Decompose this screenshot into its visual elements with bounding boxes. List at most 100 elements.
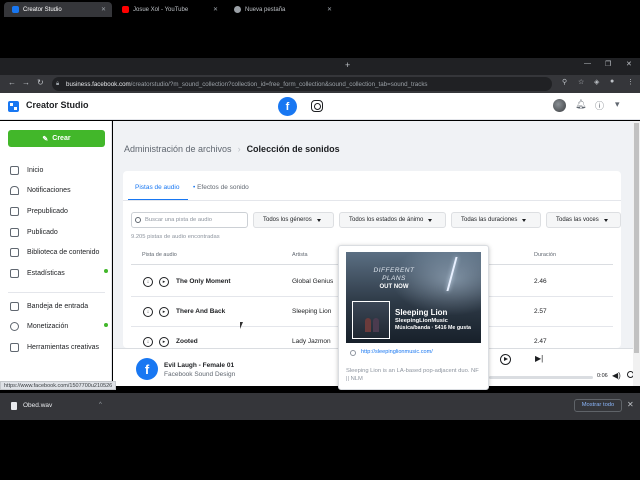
artist-description: Sleeping Lion is an LA-based pop-adjacen… — [346, 368, 479, 382]
breadcrumb-current: Colección de sonidos — [246, 144, 340, 154]
download-icon[interactable]: ↓ — [143, 277, 153, 287]
album-title: DIFFERENT PLANS — [346, 267, 442, 283]
bell-icon — [10, 186, 19, 195]
chevron-up-icon[interactable]: ^ — [99, 402, 102, 408]
menu-icon[interactable]: ⋮ — [627, 78, 634, 86]
maximize-icon[interactable]: ❐ — [605, 60, 611, 68]
sidebar-item-bandeja[interactable]: Bandeja de entrada — [10, 302, 88, 311]
published-icon — [10, 228, 19, 237]
sidebar-item-prepublicado[interactable]: Prepublicado — [10, 207, 68, 216]
filter-label: Todas las voces — [556, 217, 599, 223]
help-icon[interactable]: ⓘ — [595, 99, 604, 112]
new-tab-button[interactable]: + — [345, 60, 350, 70]
sidebar-item-notificaciones[interactable]: Notificaciones — [10, 186, 71, 195]
back-icon[interactable]: ← — [8, 78, 16, 87]
track-title: There And Back — [176, 308, 226, 315]
edit-icon: ✎ — [42, 135, 49, 143]
voice-filter[interactable]: Todas las voces — [546, 212, 621, 228]
now-playing-title: Evil Laugh - Female 01 — [164, 362, 235, 369]
search-input[interactable]: Buscar una pista de audio — [131, 212, 248, 228]
chevron-down-icon — [522, 218, 527, 222]
tab-new[interactable]: Nueva pestaña ✕ — [226, 2, 338, 17]
url-input[interactable]: 🔒︎ business.facebook.com/creatorstudio/?… — [52, 77, 552, 91]
search-placeholder: Buscar una pista de audio — [145, 217, 213, 223]
track-artist[interactable]: Sleeping Lion — [292, 308, 331, 315]
volume-icon[interactable]: ◀) — [612, 371, 621, 380]
genre-filter[interactable]: Todos los géneros — [253, 212, 334, 228]
avatar[interactable] — [553, 99, 566, 112]
minimize-icon[interactable]: — — [584, 60, 591, 67]
show-all-button[interactable]: Mostrar todo — [574, 399, 622, 412]
track-duration: 2.46 — [534, 278, 547, 285]
play-icon[interactable]: ▸ — [159, 307, 169, 317]
tab-creator-studio[interactable]: Creator Studio ✕ — [4, 2, 112, 17]
library-icon — [10, 248, 19, 257]
home-icon — [10, 166, 19, 175]
dropdown-icon[interactable]: ▾ — [615, 99, 620, 110]
bell-icon[interactable]: 🔔︎ — [575, 99, 586, 110]
track-artist[interactable]: Lady Jazmon — [292, 338, 331, 345]
next-track-icon[interactable]: ▶| — [535, 354, 543, 363]
forward-icon[interactable]: → — [22, 78, 30, 87]
browser-tab-bar — [0, 58, 640, 75]
sidebar-item-inicio[interactable]: Inicio — [10, 166, 43, 175]
close-icon[interactable]: ✕ — [101, 6, 106, 13]
close-icon[interactable]: ✕ — [327, 6, 332, 13]
close-icon[interactable]: ✕ — [627, 400, 634, 409]
lock-icon: 🔒︎ — [56, 80, 60, 87]
play-icon[interactable]: ▸ — [159, 337, 169, 347]
create-button[interactable]: ✎ Crear — [8, 130, 105, 147]
result-count: 9.205 pistas de audio encontradas — [131, 234, 220, 240]
facebook-icon[interactable]: f — [278, 97, 297, 116]
play-icon[interactable]: ▸ — [159, 277, 169, 287]
mood-filter[interactable]: Todos los estados de ánimo — [339, 212, 446, 228]
close-icon[interactable]: ✕ — [213, 6, 218, 13]
sidebar-item-estadisticas[interactable]: Estadísticas — [10, 269, 65, 278]
sidebar-item-publicado[interactable]: Publicado — [10, 228, 58, 237]
url-path: /creatorstudio/?m_sound_collection?colle… — [130, 80, 428, 88]
reload-icon[interactable]: ↻ — [37, 78, 44, 87]
translate-icon[interactable]: ⚲ — [562, 78, 567, 86]
tab-youtube[interactable]: Josue Xol - YouTube ✕ — [114, 2, 224, 17]
window-close-icon[interactable]: ✕ — [626, 60, 632, 68]
sidebar-item-label: Estadísticas — [27, 270, 65, 277]
tools-icon — [10, 343, 19, 352]
profile-icon[interactable]: ● — [610, 78, 614, 85]
facebook-creator-icon — [12, 6, 19, 13]
url-host: business.facebook.com — [66, 80, 131, 88]
duration-filter[interactable]: Todas las duraciones — [451, 212, 541, 228]
star-icon[interactable]: ☆ — [578, 78, 584, 86]
artist-meta: Música/banda · 5416 Me gusta — [395, 325, 471, 331]
tab-sound-effects[interactable]: • Efectos de sonido — [193, 184, 249, 191]
chevron-down-icon — [603, 218, 608, 222]
extension-icon[interactable]: ◈ — [594, 78, 599, 86]
sidebar-item-label: Notificaciones — [27, 187, 71, 194]
tab-label: Nueva pestaña — [245, 6, 286, 13]
track-artist[interactable]: Global Genius — [292, 278, 333, 285]
breadcrumb-parent[interactable]: Administración de archivos — [124, 144, 232, 154]
album-line: PLANS — [382, 275, 406, 282]
sidebar-item-biblioteca[interactable]: Biblioteca de contenido — [10, 248, 99, 257]
artist-cover-image: DIFFERENT PLANS OUT NOW Sleeping Lion Sle… — [346, 252, 481, 343]
sidebar-item-monetizacion[interactable]: Monetización — [10, 322, 68, 331]
money-icon — [10, 322, 19, 331]
file-icon — [11, 402, 17, 410]
progress-bar[interactable] — [489, 376, 593, 379]
scrollbar-thumb[interactable] — [634, 123, 639, 353]
download-icon[interactable]: ↓ — [143, 337, 153, 347]
play-icon[interactable] — [500, 354, 511, 365]
sidebar-item-label: Publicado — [27, 229, 58, 236]
download-icon[interactable]: ↓ — [143, 307, 153, 317]
track-duration: 2.57 — [534, 308, 547, 315]
tab-audio-tracks[interactable]: Pistas de audio — [135, 184, 179, 191]
artist-website-link[interactable]: http://sleepinglionmusic.com/ — [361, 349, 433, 355]
globe-icon — [350, 350, 356, 356]
instagram-icon[interactable] — [311, 100, 323, 112]
artist-name[interactable]: Sleeping Lion — [395, 308, 447, 317]
chevron-right-icon: › — [237, 144, 241, 154]
artist-profile-picture[interactable] — [352, 301, 390, 339]
download-file-name[interactable]: Obed.wav — [23, 402, 52, 409]
filter-label: Todos los géneros — [263, 217, 312, 223]
sidebar-item-herramientas[interactable]: Herramientas creativas — [10, 343, 99, 352]
header-duration: Duración — [534, 252, 557, 258]
